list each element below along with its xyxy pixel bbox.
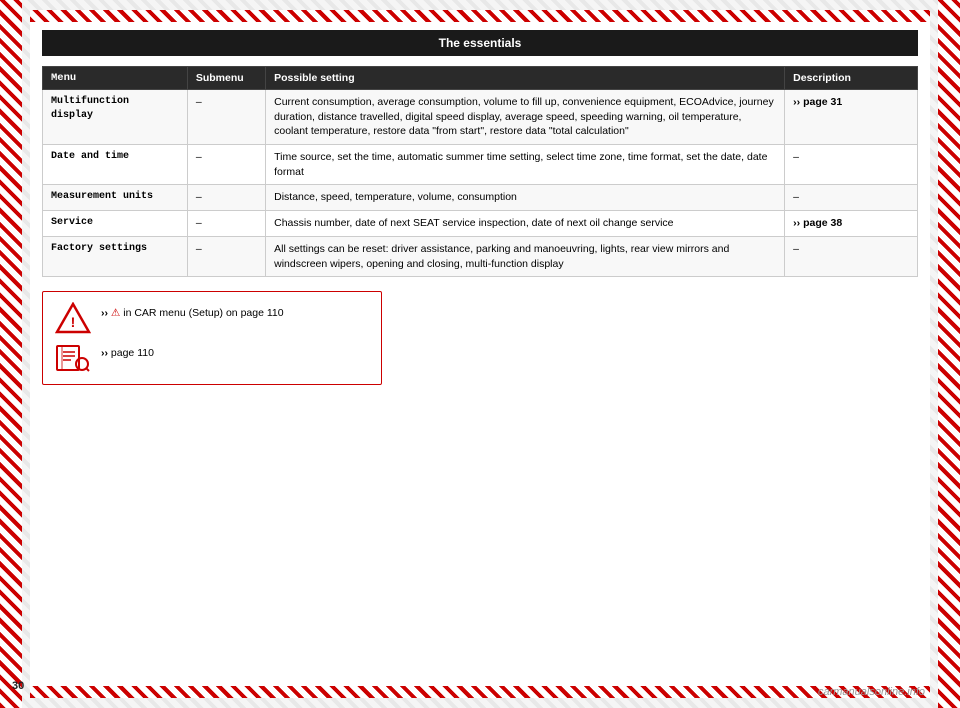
cell-menu: Factory settings: [43, 236, 188, 276]
inner-content: The essentials Menu Submenu Possible set…: [30, 22, 930, 397]
cell-possible: Time source, set the time, automatic sum…: [266, 145, 785, 185]
note-row-2: ›› page 110: [55, 342, 369, 374]
cell-description: –: [785, 185, 918, 211]
note-box: ! ›› ⚠ in CAR menu (Setup) on page 110: [42, 291, 382, 385]
table-row: Date and time–Time source, set the time,…: [43, 145, 918, 185]
cell-possible: Chassis number, date of next SEAT servic…: [266, 211, 785, 237]
cell-submenu: –: [187, 236, 265, 276]
cell-menu: Measurement units: [43, 185, 188, 211]
table-row: Service–Chassis number, date of next SEA…: [43, 211, 918, 237]
main-table: Menu Submenu Possible setting Descriptio…: [42, 66, 918, 277]
cell-submenu: –: [187, 185, 265, 211]
table-header-row: Menu Submenu Possible setting Descriptio…: [43, 67, 918, 90]
cell-description: –: [785, 145, 918, 185]
cell-possible: Distance, speed, temperature, volume, co…: [266, 185, 785, 211]
header-possible: Possible setting: [266, 67, 785, 90]
book-icon: [55, 342, 91, 374]
cell-possible: All settings can be reset: driver assist…: [266, 236, 785, 276]
svg-text:!: !: [71, 314, 76, 330]
cell-submenu: –: [187, 211, 265, 237]
table-row: Measurement units–Distance, speed, tempe…: [43, 185, 918, 211]
page-content: The essentials Menu Submenu Possible set…: [30, 10, 930, 698]
table-row: Multifunction display–Current consumptio…: [43, 90, 918, 145]
cell-possible: Current consumption, average consumption…: [266, 90, 785, 145]
page-number: 30: [12, 680, 24, 692]
bottom-stripe: [30, 686, 930, 698]
title-text: The essentials: [439, 36, 522, 50]
warning-triangle-icon: !: [55, 302, 91, 334]
cell-menu: Multifunction display: [43, 90, 188, 145]
header-submenu: Submenu: [187, 67, 265, 90]
table-row: Factory settings–All settings can be res…: [43, 236, 918, 276]
note-text-1: ›› ⚠ in CAR menu (Setup) on page 110: [101, 302, 284, 321]
cell-menu: Service: [43, 211, 188, 237]
cell-description: –: [785, 236, 918, 276]
note-text-2: ›› page 110: [101, 342, 154, 361]
watermark: carmanualsonline.info: [818, 686, 925, 698]
cell-submenu: –: [187, 90, 265, 145]
cell-submenu: –: [187, 145, 265, 185]
top-stripe: [30, 10, 930, 22]
cell-description: ›› page 38: [785, 211, 918, 237]
note-row-1: ! ›› ⚠ in CAR menu (Setup) on page 110: [55, 302, 369, 334]
header-description: Description: [785, 67, 918, 90]
header-menu: Menu: [43, 67, 188, 90]
cell-description: ›› page 31: [785, 90, 918, 145]
cell-menu: Date and time: [43, 145, 188, 185]
title-bar: The essentials: [42, 30, 918, 56]
